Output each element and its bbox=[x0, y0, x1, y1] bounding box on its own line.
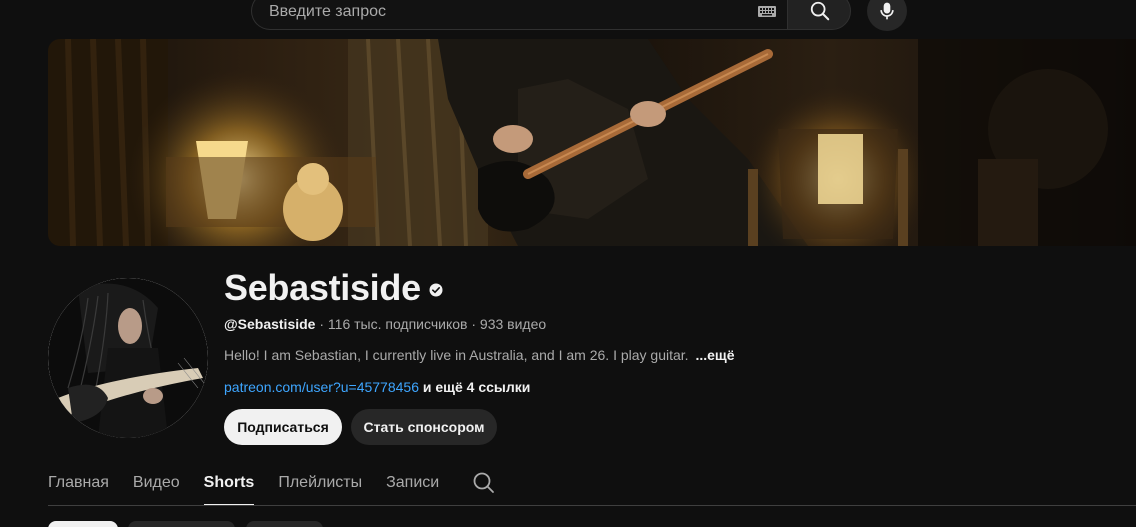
search-button[interactable] bbox=[787, 0, 851, 30]
description-more-link[interactable]: ...ещё bbox=[695, 347, 734, 363]
verified-check-icon bbox=[429, 283, 443, 297]
search-icon[interactable] bbox=[472, 471, 496, 495]
tab-videos[interactable]: Видео bbox=[133, 466, 180, 506]
channel-name: Sebastiside bbox=[224, 267, 421, 308]
channel-title-row: Sebastiside bbox=[224, 266, 443, 310]
sponsor-button[interactable]: Стать спонсором bbox=[351, 409, 497, 445]
search-placeholder: Введите запрос bbox=[269, 3, 386, 20]
more-links-link[interactable]: и ещё 4 ссылки bbox=[419, 379, 531, 395]
channel-description[interactable]: Hello! I am Sebastian, I currently live … bbox=[224, 347, 735, 363]
tab-home[interactable]: Главная bbox=[48, 466, 109, 506]
channel-meta: @Sebastiside · 116 тыс. подписчиков · 93… bbox=[224, 316, 546, 332]
description-text: Hello! I am Sebastian, I currently live … bbox=[224, 347, 689, 363]
voice-search-button[interactable] bbox=[867, 0, 907, 31]
channel-tabs: Главная Видео Shorts Плейлисты Записи bbox=[48, 466, 496, 506]
youtube-channel-page: Введите запрос Sebastiside @Sebastiside … bbox=[0, 0, 1136, 527]
filter-chip[interactable] bbox=[48, 521, 118, 527]
tab-playlists[interactable]: Плейлисты bbox=[278, 466, 362, 506]
patreon-link[interactable]: patreon.com/user?u=45778456 bbox=[224, 379, 419, 395]
channel-stats: · 116 тыс. подписчиков · 933 видео bbox=[315, 316, 547, 332]
subscribe-button[interactable]: Подписаться bbox=[224, 409, 342, 445]
search-icon bbox=[810, 1, 830, 21]
filter-chip[interactable] bbox=[246, 521, 323, 527]
channel-avatar[interactable] bbox=[48, 278, 208, 438]
channel-handle: @Sebastiside bbox=[224, 316, 316, 332]
channel-banner bbox=[48, 39, 1136, 246]
tabs-divider bbox=[48, 505, 1136, 506]
channel-links: patreon.com/user?u=45778456 и ещё 4 ссыл… bbox=[224, 379, 530, 395]
filter-chip[interactable] bbox=[128, 521, 235, 527]
keyboard-icon[interactable] bbox=[758, 6, 776, 17]
tab-posts[interactable]: Записи bbox=[386, 466, 439, 506]
tab-shorts[interactable]: Shorts bbox=[203, 466, 254, 506]
microphone-icon bbox=[880, 2, 894, 20]
search-input[interactable]: Введите запрос bbox=[251, 0, 787, 30]
